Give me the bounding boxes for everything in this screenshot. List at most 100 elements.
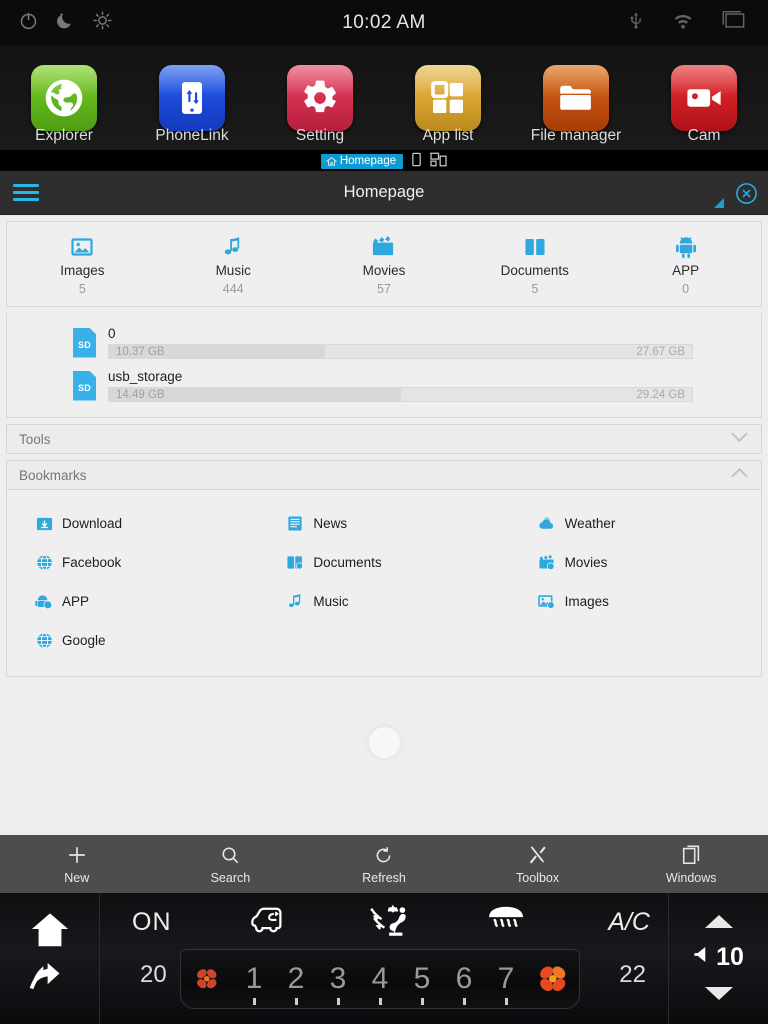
bookmark-news[interactable]: News	[258, 504, 509, 543]
gear-icon[interactable]	[287, 65, 353, 131]
bookmark-label: Google	[62, 633, 106, 648]
bookmark-app[interactable]: APP	[7, 582, 258, 621]
temperature-right[interactable]: 22	[619, 961, 646, 989]
chevron-up-icon	[730, 466, 749, 484]
search-icon	[220, 844, 241, 867]
bookmark-label: Download	[62, 516, 122, 531]
chevron-down-icon	[730, 430, 749, 448]
bookmark-documents[interactable]: Documents	[258, 543, 509, 582]
category-music[interactable]: Music 444	[158, 233, 309, 296]
fan-level-1[interactable]: 1	[233, 962, 275, 996]
wifi-icon	[672, 10, 694, 35]
category-movies-count: 57	[377, 282, 391, 296]
bookmark-label: APP	[62, 594, 89, 609]
fan-icon[interactable]	[527, 959, 579, 999]
volume-value: 10	[716, 943, 744, 972]
sd-card-icon: SD	[73, 371, 96, 401]
globe-icon	[35, 632, 53, 649]
storage-used: 10.37 GB	[109, 346, 165, 358]
bookmark-weather[interactable]: Weather	[510, 504, 761, 543]
dock-label-phonelink: PhoneLink	[128, 127, 256, 154]
category-images-label: Images	[60, 263, 104, 278]
back-arrow-icon[interactable]	[28, 962, 72, 1003]
toolbar-new[interactable]: New	[0, 844, 154, 885]
recent-windows-icon[interactable]	[720, 8, 746, 37]
download-folder-icon	[35, 515, 53, 532]
storage-name: usb_storage	[108, 369, 693, 384]
fan-speed-selector: 1 2 3 4 5 6 7	[180, 949, 580, 1009]
toolbar-toolbox[interactable]: Toolbox	[461, 844, 615, 885]
toolbar-search[interactable]: Search	[154, 844, 308, 885]
resize-handle-icon[interactable]	[714, 198, 724, 208]
storage-name: 0	[108, 326, 693, 341]
fan-level-5[interactable]: 5	[401, 962, 443, 996]
dock-label-setting: Setting	[256, 127, 384, 154]
file-manager-header: Homepage	[0, 171, 768, 215]
fan-icon[interactable]	[181, 963, 233, 995]
tab-homepage[interactable]: Homepage	[321, 154, 403, 170]
triangle-down-icon[interactable]	[705, 987, 733, 1000]
bookmark-images[interactable]: Images	[510, 582, 761, 621]
section-bookmarks[interactable]: Bookmarks	[6, 460, 762, 490]
category-app[interactable]: APP 0	[610, 233, 761, 296]
category-documents[interactable]: Documents 5	[459, 233, 610, 296]
bookmark-google[interactable]: Google	[7, 621, 258, 660]
triangle-up-icon[interactable]	[705, 915, 733, 928]
toolbar-windows[interactable]: Windows	[614, 844, 768, 885]
music-note-icon	[286, 593, 304, 610]
storage-info: 0 10.37 GB 27.67 GB	[108, 326, 761, 359]
devices-icon[interactable]	[430, 152, 447, 172]
movies-icon	[538, 554, 556, 571]
windshield-defrost-icon[interactable]	[485, 904, 527, 941]
airflow-seat-defrost-icon[interactable]	[368, 903, 416, 942]
temperature-left[interactable]: 20	[140, 961, 167, 989]
toolbar-refresh[interactable]: Refresh	[307, 844, 461, 885]
file-manager-body: Images 5 Music 444 Movies 57	[0, 215, 768, 835]
globe-icon[interactable]	[31, 65, 97, 131]
image-icon	[70, 233, 94, 259]
climate-controls: ON A/C 20 22 1 2	[100, 893, 668, 1024]
storage-total: 29.24 GB	[636, 389, 685, 401]
tablet-icon[interactable]	[410, 152, 423, 172]
category-movies[interactable]: Movies 57	[309, 233, 460, 296]
fan-level-2[interactable]: 2	[275, 962, 317, 996]
category-app-count: 0	[682, 282, 689, 296]
plus-icon	[66, 844, 88, 867]
section-tools-label: Tools	[19, 432, 51, 447]
fan-level-4[interactable]: 4	[359, 962, 401, 996]
section-tools[interactable]: Tools	[6, 424, 762, 454]
climate-ac-label[interactable]: A/C	[608, 908, 650, 937]
tab-homepage-label: Homepage	[340, 156, 396, 168]
refresh-icon	[373, 844, 394, 867]
fan-level-6[interactable]: 6	[443, 962, 485, 996]
windows-stack-icon	[681, 844, 702, 867]
storage-item-usb[interactable]: SD usb_storage 14.49 GB 29.24 GB	[7, 364, 761, 407]
book-icon	[523, 233, 547, 259]
fan-level-3[interactable]: 3	[317, 962, 359, 996]
category-images[interactable]: Images 5	[7, 233, 158, 296]
camcorder-icon[interactable]	[671, 65, 737, 131]
grid-icon[interactable]	[415, 65, 481, 131]
home-icon	[326, 156, 337, 167]
bookmark-movies[interactable]: Movies	[510, 543, 761, 582]
toolbar-label: Refresh	[362, 871, 406, 885]
close-circle-icon[interactable]	[735, 182, 758, 210]
storage-used: 14.49 GB	[109, 389, 165, 401]
bookmark-download[interactable]: Download	[7, 504, 258, 543]
status-bar-clock: 10:02 AM	[0, 12, 768, 34]
fan-level-7[interactable]: 7	[485, 962, 527, 996]
app-icon	[35, 593, 53, 610]
air-recirculation-icon[interactable]	[250, 905, 292, 940]
page-title: Homepage	[0, 183, 768, 202]
storage-progress-bar: 10.37 GB 27.67 GB	[108, 344, 693, 359]
home-icon[interactable]	[29, 910, 71, 955]
climate-power-label[interactable]: ON	[132, 908, 172, 937]
bookmark-facebook[interactable]: Facebook	[7, 543, 258, 582]
phone-sync-icon[interactable]	[159, 65, 225, 131]
category-images-count: 5	[79, 282, 86, 296]
storage-item-internal[interactable]: SD 0 10.37 GB 27.67 GB	[7, 321, 761, 364]
bookmark-music[interactable]: Music	[258, 582, 509, 621]
android-icon	[675, 233, 697, 259]
folder-icon[interactable]	[543, 65, 609, 131]
bookmark-label: Weather	[565, 516, 616, 531]
